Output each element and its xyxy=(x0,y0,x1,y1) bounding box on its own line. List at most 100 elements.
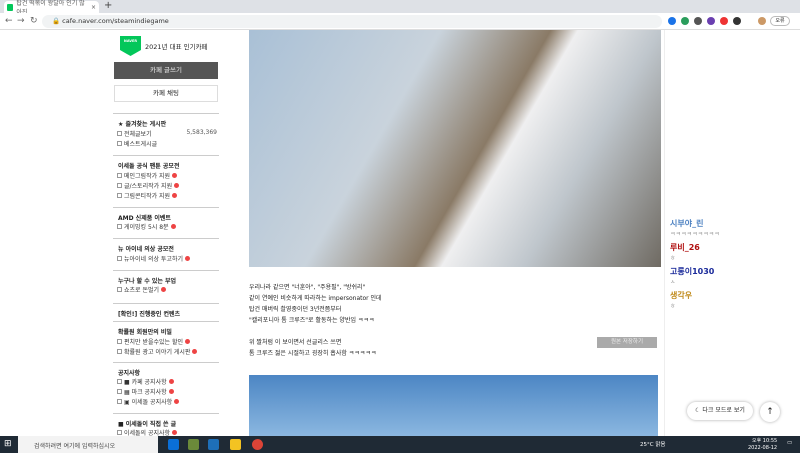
new-tab-button[interactable]: + xyxy=(104,0,112,11)
naver-favicon-icon xyxy=(7,3,14,11)
scroll-top-button[interactable]: ↑ xyxy=(760,402,780,422)
board-label: ▦ 마크 공지사항 xyxy=(124,389,167,396)
new-badge-icon xyxy=(170,224,176,229)
board-label: 확률원 광고 이야기 게시판 xyxy=(124,349,191,356)
back-icon[interactable]: ← xyxy=(5,16,13,26)
board-group-header[interactable]: ■ 이세돌이 직접 쓴 글 xyxy=(113,413,219,428)
extension-icon[interactable] xyxy=(668,17,676,25)
post-photo-2 xyxy=(249,375,658,436)
extensions-puzzle-icon[interactable] xyxy=(733,17,741,25)
board-label: 뉴아이네 의상 투고하기 xyxy=(124,256,184,263)
chat-message: ㅋㅋㅋㅋㅋㅋㅋㅋㅋ xyxy=(670,231,720,238)
taskbar-search[interactable]: 검색하려면 여기에 입력하십시오 xyxy=(18,436,158,453)
write-post-button[interactable]: 카페 글쓰기 xyxy=(114,62,218,79)
close-tab-icon[interactable]: × xyxy=(91,4,96,11)
board-link[interactable]: 게이밍킹 5시 8분 xyxy=(117,222,176,231)
dark-mode-label: 다크 모드로 보기 xyxy=(702,407,745,414)
new-badge-icon xyxy=(168,379,174,384)
new-badge-icon xyxy=(192,349,198,354)
save-original-button[interactable]: 원본 저장하기 xyxy=(597,337,657,348)
board-link[interactable]: 확률원 광고 이야기 게시판 xyxy=(117,347,198,356)
board-label: ■ 카페 공지사항 xyxy=(124,379,167,386)
post-text-line: 톰 크루즈 젊은 시절하고 굉장히 흡사함 ㅋㅋㅋㅋㅋ xyxy=(249,350,377,357)
extension-icon[interactable] xyxy=(720,17,728,25)
explorer-icon[interactable] xyxy=(230,439,241,450)
new-badge-icon xyxy=(172,173,178,178)
search-placeholder: 검색하려면 여기에 입력하십시오 xyxy=(34,443,116,450)
avatar[interactable] xyxy=(758,17,766,25)
extension-icon[interactable] xyxy=(694,17,702,25)
award-text: 2021년 대표 인기카페 xyxy=(145,43,208,51)
board-icon xyxy=(117,430,122,435)
extension-icon[interactable] xyxy=(707,17,715,25)
notification-icon[interactable]: ▭ xyxy=(787,440,792,446)
board-icon xyxy=(117,141,122,146)
clock-time[interactable]: 오후 10:55 xyxy=(752,437,777,444)
board-group-header[interactable]: 뉴 아이네 의상 공모전 xyxy=(113,238,219,253)
browser-tab[interactable]: 탑건 떡볶이 왕달아 인기 많아진× xyxy=(4,0,99,16)
taskbar: ⊞ 검색하려면 여기에 입력하십시오 25°C 맑음 오후 10:55 2022… xyxy=(0,436,800,453)
post-text-line: 우리나라 같으면 "너훈아", "주용필", "방쉬리" xyxy=(249,284,366,291)
reload-icon[interactable]: ↻ xyxy=(30,16,38,26)
new-badge-icon xyxy=(168,389,174,394)
board-group-header[interactable]: ★ 즐겨찾는 게시판 xyxy=(113,113,219,128)
url-input[interactable]: 🔒 cafe.naver.com/steamindiegame xyxy=(42,15,662,28)
weather-widget[interactable]: 25°C 맑음 xyxy=(640,440,665,448)
board-link[interactable]: 전체글보기 xyxy=(117,129,152,138)
tab-bar: 탑건 떡볶이 왕달아 인기 많아진× + xyxy=(0,0,800,16)
board-link[interactable]: ■ 카페 공지사항 xyxy=(117,377,174,386)
post-count: 5,583,369 xyxy=(186,129,217,136)
new-badge-icon xyxy=(172,193,178,198)
chat-message: ㅎ xyxy=(670,303,676,310)
board-link[interactable]: ▦ 마크 공지사항 xyxy=(117,387,174,396)
board-group-header[interactable]: 이세돌 공식 팬툰 공모전 xyxy=(113,155,219,170)
board-label: 그림콘티작가 지원 xyxy=(124,193,171,200)
profile-button[interactable]: 오류 xyxy=(770,16,790,26)
board-link[interactable]: 편치만 받을수있는 할인 xyxy=(117,337,191,346)
chat-username[interactable]: 고롱이1030 xyxy=(670,266,714,277)
url-text: cafe.naver.com/steamindiegame xyxy=(62,17,169,25)
board-label: 편치만 받을수있는 할인 xyxy=(124,339,184,346)
board-icon xyxy=(117,173,122,178)
cafe-chat-button[interactable]: 카페 채팅 xyxy=(114,85,218,102)
new-badge-icon xyxy=(161,287,167,292)
board-link[interactable]: 쇼츠로 돈벌기 xyxy=(117,285,167,294)
board-label: 게이밍킹 5시 8분 xyxy=(124,224,169,231)
board-label: ▣ 이세돌 공지사항 xyxy=(124,399,173,406)
dark-mode-button[interactable]: ☾ 다크 모드로 보기 xyxy=(687,402,753,420)
chat-panel: 시부야_린 ㅋㅋㅋㅋㅋㅋㅋㅋㅋ 루비_26 ㅎ 고롱이1030 ㅅ 생각우 ㅎ xyxy=(664,30,800,436)
naver-logo: NAVER xyxy=(120,36,141,56)
board-label: 쇼츠로 돈벌기 xyxy=(124,287,160,294)
board-link[interactable]: ▣ 이세돌 공지사항 xyxy=(117,397,180,406)
clock-date[interactable]: 2022-08-12 xyxy=(748,445,777,451)
chrome-icon[interactable] xyxy=(252,439,263,450)
edge-icon[interactable] xyxy=(168,439,179,450)
chat-username[interactable]: 생각우 xyxy=(670,290,692,301)
chat-username[interactable]: 시부야_린 xyxy=(670,218,703,229)
post-photo xyxy=(249,30,661,267)
board-link[interactable]: 뉴아이네 의상 투고하기 xyxy=(117,254,191,263)
board-icon xyxy=(117,287,122,292)
board-group-header[interactable]: [확인!] 진행중인 컨텐츠 xyxy=(113,303,219,318)
board-icon xyxy=(117,131,122,136)
chat-username[interactable]: 루비_26 xyxy=(670,242,700,253)
windows-start-icon[interactable]: ⊞ xyxy=(4,439,12,449)
board-link[interactable]: 베스트게시글 xyxy=(117,139,157,148)
extension-icon[interactable] xyxy=(681,17,689,25)
address-bar-row: ← → ↻ 🔒 cafe.naver.com/steamindiegame 오류 xyxy=(0,13,800,30)
chat-message: ㅅ xyxy=(670,279,676,286)
board-icon xyxy=(117,389,122,394)
board-link[interactable]: 그림콘티작가 지원 xyxy=(117,191,178,200)
board-link[interactable]: 글/스토리작가 지원 xyxy=(117,181,180,190)
board-link[interactable]: 메인그림작가 지원 xyxy=(117,171,178,180)
board-group-header[interactable]: 누구나 할 수 있는 부업 xyxy=(113,270,219,285)
forward-icon[interactable]: → xyxy=(17,16,25,26)
board-group-header[interactable]: AMD 신제품 이벤트 xyxy=(113,207,219,222)
app-icon[interactable] xyxy=(188,439,199,450)
visual-studio-icon[interactable] xyxy=(208,439,219,450)
post-text-line: "캘리포니아 톰 크루즈"로 활동하는 양반임 ㅋㅋㅋ xyxy=(249,317,375,324)
board-group-header[interactable]: 공지사항 xyxy=(113,362,219,377)
board-group-header[interactable]: 확률원 회원만의 비밀 xyxy=(113,321,219,336)
board-icon xyxy=(117,224,122,229)
board-icon xyxy=(117,193,122,198)
